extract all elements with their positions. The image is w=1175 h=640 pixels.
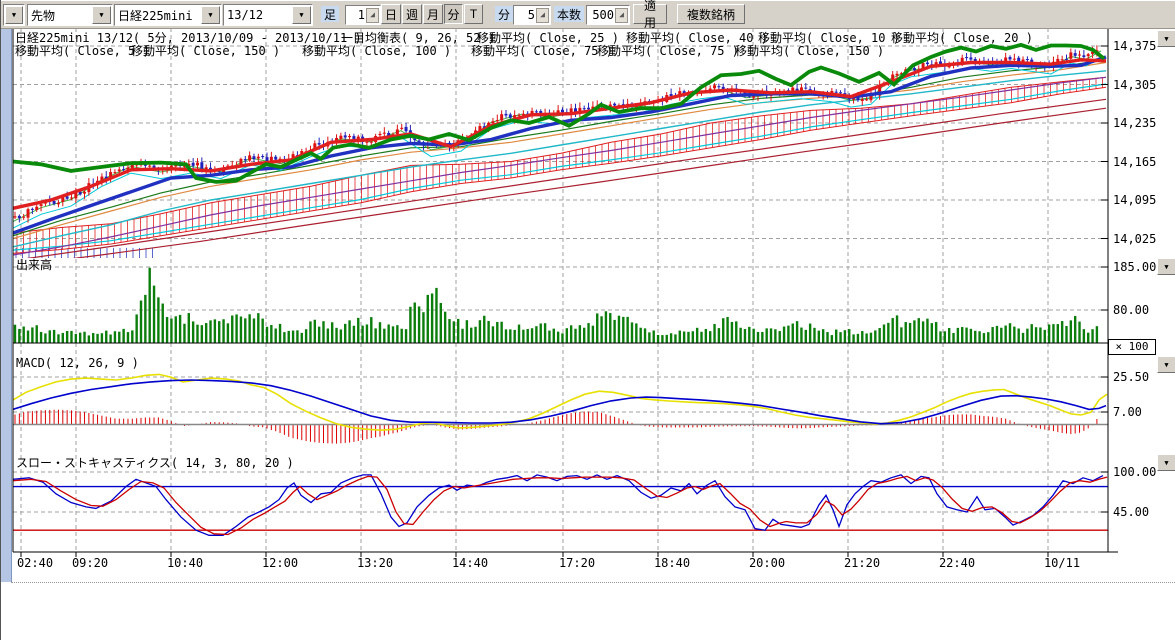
time-axis-label: 14:40 [452,556,488,570]
period-day-button[interactable]: 日 [381,4,401,24]
legend-ma100: 移動平均( Close, 100 ) [302,42,451,59]
time-axis-label: 17:20 [559,556,595,570]
legend-ma20: 移動平均( Close, 20 ) [891,29,1033,46]
time-axis-label: 18:40 [654,556,690,570]
category-combo[interactable]: 先物 ▼ [27,4,113,26]
chart-application-window: ▼ 先物 ▼ 日経225mini ▼ 13/12 ▼ 足 1 ◢ 日 週 月 分… [0,0,1175,640]
legend-ma5: 移動平均( Close, 5 ) [15,42,150,59]
chart-canvas[interactable] [1,0,1175,640]
volume-panel [14,268,1098,343]
y-axis-label: 14,235 [1113,116,1156,130]
gridlines [13,28,1108,557]
y-axis-label: 14,165 [1113,155,1156,169]
time-axis-label: 09:20 [72,556,108,570]
volume-panel-title: 出来高 [16,256,52,273]
apply-button[interactable]: 適用 [633,4,667,24]
time-axis-label: 10:40 [167,556,203,570]
symbol-combo-value: 日経225mini [115,7,200,24]
category-combo-value: 先物 [28,7,91,24]
time-axis-label: 22:40 [939,556,975,570]
bars-spinner[interactable]: 500 ◢ [586,5,630,25]
stoch-panel [13,475,1108,535]
time-axis-label: 21:20 [844,556,880,570]
time-axis-label: 20:00 [749,556,785,570]
contract-month-value: 13/12 [224,8,291,22]
volume-panel-dropdown-arrow[interactable]: ▼ [1157,258,1175,275]
macd-panel-dropdown-arrow[interactable]: ▼ [1157,356,1175,373]
volume-multiplier-box: × 100 [1108,339,1156,355]
chevron-down-icon[interactable]: ▼ [201,6,220,24]
time-axis-label: 10/11 [1044,556,1080,570]
macd-panel-title: MACD( 12, 26, 9 ) [16,356,139,370]
chevron-down-icon[interactable]: ▼ [5,6,23,24]
stoch-panel-title: スロー・ストキャスティクス( 14, 3, 80, 20 ) [16,454,294,471]
toolbar: ▼ 先物 ▼ 日経225mini ▼ 13/12 ▼ 足 1 ◢ 日 週 月 分… [1,0,1175,29]
legend-ma150b: 移動平均( Close, 150 ) [735,42,884,59]
frame-bottom-edge [11,582,1175,583]
y-axis-label: 7.00 [1113,405,1142,419]
minute-label: 分 [495,6,513,22]
time-axis-label: 02:40 [17,556,53,570]
y-axis-label: 14,305 [1113,78,1156,92]
minute-spinner[interactable]: 5 ◢ [513,5,551,25]
time-axis-label: 12:00 [262,556,298,570]
legend-ma75b: 移動平均( Close, 75 ) [597,42,739,59]
mini-combo[interactable]: ▼ [3,4,25,26]
macd-panel [13,374,1108,443]
stoch-panel-dropdown-arrow[interactable]: ▼ [1157,454,1175,471]
chevron-down-icon[interactable]: ▼ [92,6,111,24]
period-tick-button[interactable]: T [464,4,483,24]
y-axis-label: 14,375 [1113,39,1156,53]
y-axis-label: 185.00 [1113,260,1156,274]
y-axis-label: 25.50 [1113,370,1149,384]
legend-ma75: 移動平均( Close, 75 ) [471,42,613,59]
period-month-button[interactable]: 月 [423,4,443,24]
contract-month-combo[interactable]: 13/12 ▼ [223,4,313,26]
y-axis-label: 80.00 [1113,303,1149,317]
period-week-button[interactable]: 週 [402,4,422,24]
ashi-label: 足 [321,6,339,22]
y-axis-label: 100.00 [1113,465,1156,479]
y-axis-label: 45.00 [1113,505,1149,519]
y-axis-label: 14,025 [1113,232,1156,246]
multi-symbol-button[interactable]: 複数銘柄 [677,4,745,24]
spinner-icon[interactable]: ◢ [536,8,549,23]
ashi-spinner-value: 1 [346,8,366,22]
y-axis-label: 14,095 [1113,193,1156,207]
spinner-icon[interactable]: ◢ [615,8,628,23]
chevron-down-icon[interactable]: ▼ [292,6,311,24]
spinner-icon[interactable]: ◢ [366,8,379,23]
time-axis-label: 13:20 [357,556,393,570]
bars-spinner-value: 500 [587,8,615,22]
symbol-combo[interactable]: 日経225mini ▼ [114,4,222,26]
price-panel [13,45,1106,266]
left-splitter[interactable] [1,28,12,582]
minute-spinner-value: 5 [514,8,536,22]
price-panel-dropdown-arrow[interactable]: ▼ [1157,30,1175,47]
legend-ma150: 移動平均( Close, 150 ) [131,42,280,59]
period-minute-button[interactable]: 分 [444,4,463,24]
ashi-spinner[interactable]: 1 ◢ [345,5,381,25]
bars-label: 本数 [554,6,584,22]
